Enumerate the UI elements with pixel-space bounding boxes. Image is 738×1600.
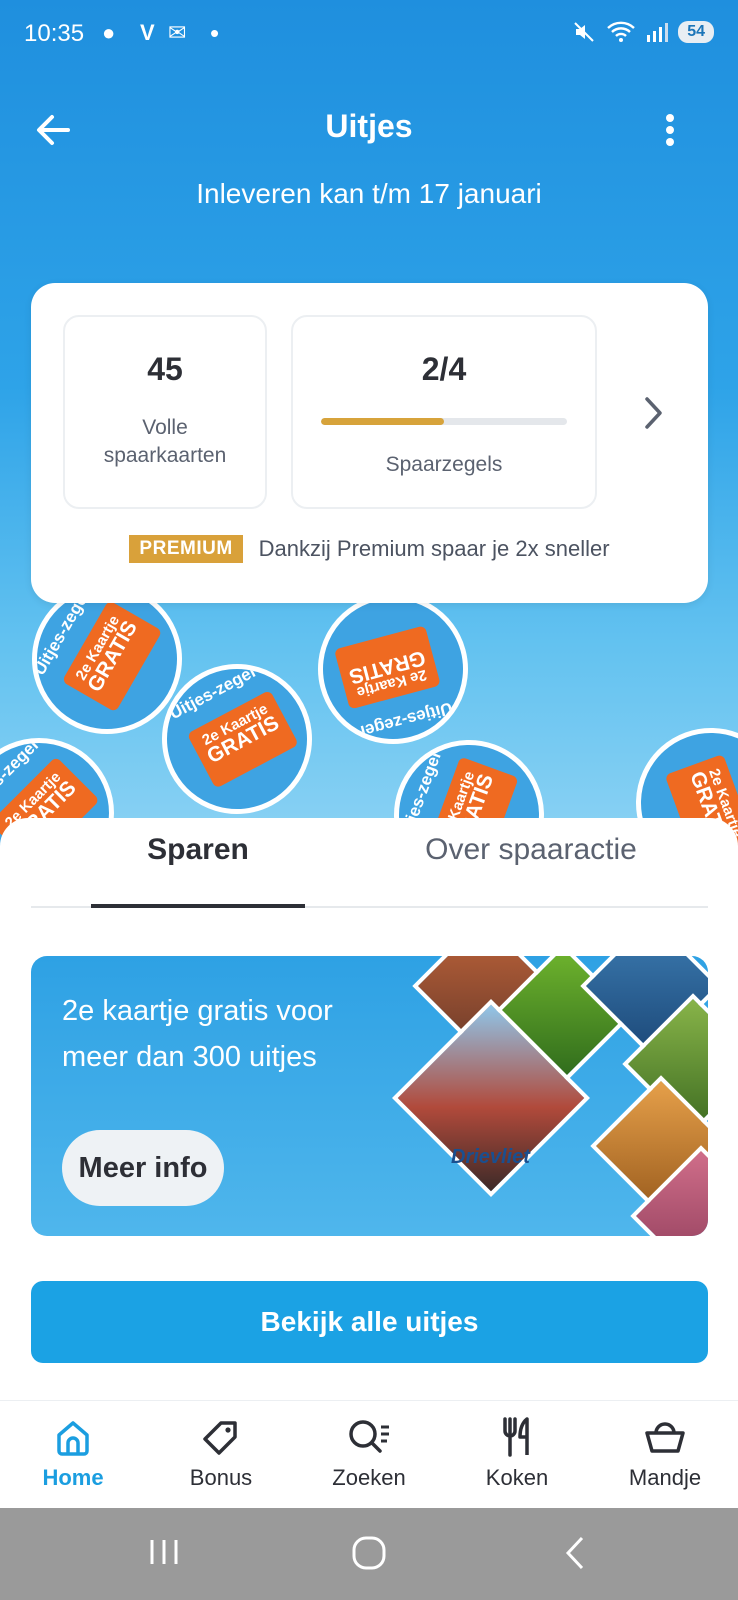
tab-over-spaaractie[interactable]: Over spaaractie xyxy=(411,818,651,908)
meer-info-button[interactable]: Meer info xyxy=(62,1130,224,1206)
nav-label-home: Home xyxy=(42,1465,104,1490)
nav-item-home[interactable]: Home xyxy=(13,1401,133,1509)
nav-label-bonus: Bonus xyxy=(189,1465,253,1490)
nav-label-mandje: Mandje xyxy=(628,1465,702,1490)
bekijk-alle-uitjes-button[interactable]: Bekijk alle uitjes xyxy=(31,1281,708,1363)
stamp-illustration: Uitjes-zegel 2e Kaartje GRATIS xyxy=(301,577,485,761)
promo-banner[interactable]: 2e kaartje gratis voor meer dan 300 uitj… xyxy=(31,956,708,1236)
system-navigation-bar xyxy=(0,1508,738,1600)
basket-icon xyxy=(645,1422,685,1453)
notification-dot: • xyxy=(210,18,220,48)
promo-text: 2e kaartje gratis voor meer dan 300 uitj… xyxy=(62,995,333,1073)
stamps-progress-fill xyxy=(321,418,444,425)
status-time: 10:35 xyxy=(24,20,85,47)
notification-mail-icon: ✉ xyxy=(168,20,187,45)
full-cards-stat: 45 Volle spaarkaarten xyxy=(63,315,267,509)
savings-summary-card[interactable]: 45 Volle spaarkaarten 2/4 Spaarzegels PR… xyxy=(31,283,708,603)
full-cards-label: Volle spaarkaarten xyxy=(103,416,227,467)
drievliet-logo: Drievliet xyxy=(451,1146,530,1168)
tag-icon xyxy=(203,1421,237,1455)
nav-label-koken: Koken xyxy=(485,1465,549,1490)
mute-icon xyxy=(574,22,594,42)
tab-bar: Sparen Over spaaractie xyxy=(31,818,708,908)
home-system-icon[interactable] xyxy=(350,1534,388,1572)
stamps-label: Spaarzegels xyxy=(385,453,503,476)
chevron-right-icon[interactable] xyxy=(638,393,668,433)
nav-item-mandje[interactable]: Mandje xyxy=(605,1401,725,1509)
cutlery-icon xyxy=(503,1417,529,1457)
full-cards-count: 45 xyxy=(147,351,183,387)
nav-item-zoeken[interactable]: Zoeken xyxy=(309,1401,429,1509)
signal-icon xyxy=(647,23,669,42)
tab-sparen[interactable]: Sparen xyxy=(91,818,305,908)
page-title: Uitjes xyxy=(325,108,413,144)
notification-app-icon: ● xyxy=(102,20,116,45)
status-bar: 10:35 ● V ✉ • 54 xyxy=(0,0,738,70)
nav-item-koken[interactable]: Koken xyxy=(457,1401,577,1509)
stamps-count: 2/4 xyxy=(421,351,467,387)
nav-label-zoeken: Zoeken xyxy=(332,1465,406,1490)
nav-item-bonus[interactable]: Bonus xyxy=(161,1401,281,1509)
premium-info: PREMIUM Dankzij Premium spaar je 2x snel… xyxy=(31,535,708,563)
deadline-text: Inleveren kan t/m 17 januari xyxy=(196,178,542,209)
app-header: Uitjes xyxy=(0,100,738,160)
premium-badge: PREMIUM xyxy=(129,535,243,563)
stamps-stat: 2/4 Spaarzegels xyxy=(291,315,597,509)
recent-apps-icon[interactable] xyxy=(146,1534,182,1570)
status-right-icons: 54 xyxy=(572,20,714,44)
more-options-icon[interactable] xyxy=(658,110,682,150)
bottom-navigation: Home Bonus Zoeken Koken Mandje xyxy=(0,1400,738,1508)
battery-indicator: 54 xyxy=(678,21,714,43)
notification-v-icon: V xyxy=(140,20,155,45)
home-icon xyxy=(57,1421,89,1456)
stamps-progress-bar xyxy=(321,418,567,425)
search-icon xyxy=(349,1420,389,1453)
back-system-icon[interactable] xyxy=(560,1534,590,1572)
wifi-icon xyxy=(607,21,636,42)
premium-text: Dankzij Premium spaar je 2x sneller xyxy=(258,536,610,561)
